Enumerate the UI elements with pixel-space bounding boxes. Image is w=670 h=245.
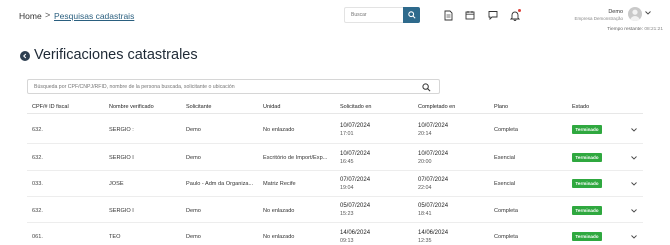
cell-requested-time: 15:23 [340, 211, 354, 217]
table-row[interactable]: 632. SERGIO : Demo No enlazado 10/07/202… [27, 115, 643, 144]
breadcrumb-separator: > [45, 10, 51, 20]
cell-requester: Demo [186, 155, 201, 161]
cell-requested-time: 17:01 [340, 131, 354, 137]
cell-requested-date: 10/07/2024 [340, 151, 371, 157]
back-button[interactable] [20, 51, 30, 61]
cell-requested-date: 07/07/2024 [340, 177, 371, 183]
cell-name: JOSE [109, 181, 124, 187]
column-header-id[interactable]: CPF/# ID fiscal [32, 104, 69, 110]
user-name: Demo [608, 9, 623, 15]
cell-plan: Completa [494, 208, 518, 214]
chevron-down-icon[interactable] [631, 182, 637, 186]
status-badge: Terminado [572, 125, 602, 134]
cell-requested-date: 05/07/2024 [340, 203, 371, 209]
cell-plan: Esencial [494, 155, 516, 161]
session-timer-label: Tiempo restante: [607, 27, 643, 32]
cell-plan: Completa [494, 234, 518, 240]
session-timer: Tiempo restante: 08:21:21 [607, 27, 663, 32]
user-avatar-icon [628, 7, 642, 21]
cell-completed-date: 10/07/2024 [418, 151, 449, 157]
cell-requested-date: 14/06/2024 [340, 230, 371, 236]
cell-id: 632. [32, 155, 43, 161]
cell-name: SERGIO I [109, 208, 134, 214]
cell-requested-time: 09:13 [340, 238, 354, 244]
cell-unit: Matriz Recife [263, 181, 296, 187]
cell-unit: No enlazado [263, 208, 295, 214]
chevron-down-icon[interactable] [631, 209, 637, 213]
cell-id: 632. [32, 208, 43, 214]
main-search [27, 79, 440, 94]
cell-unit: No enlazado [263, 127, 295, 133]
chevron-down-icon[interactable] [631, 156, 637, 160]
notifications-button[interactable] [509, 9, 521, 21]
cell-completed-date: 10/07/2024 [418, 123, 449, 129]
cell-id: 033. [32, 181, 43, 187]
calendar-button[interactable] [464, 9, 476, 21]
chat-icon [488, 11, 498, 20]
table-header: CPF/# ID fiscal Nombre verificado Solici… [27, 100, 643, 114]
cell-requester: Demo [186, 127, 201, 133]
cell-requester: Demo [186, 208, 201, 214]
table-row[interactable]: 061. TEO Demo No enlazado 14/06/2024 09:… [27, 223, 643, 245]
column-header-completed[interactable]: Completado en [418, 104, 455, 110]
cell-completed-date: 14/06/2024 [418, 230, 449, 236]
table-row[interactable]: 632. SERGIO I Demo No enlazado 05/07/202… [27, 197, 643, 223]
chevron-down-icon[interactable] [631, 235, 637, 239]
user-menu[interactable]: Demo Empresa Demonstração [545, 5, 665, 27]
cell-requester: Demo [186, 234, 201, 240]
chevron-down-icon[interactable] [631, 128, 637, 132]
user-company: Empresa Demonstração [574, 16, 623, 21]
column-header-unit[interactable]: Unidad [263, 104, 280, 110]
column-header-requester[interactable]: Solicitante [186, 104, 211, 110]
cell-unit: No enlazado [263, 234, 295, 240]
status-badge: Terminado [572, 153, 602, 162]
document-icon [444, 10, 452, 20]
table-row[interactable]: 632. SERGIO I Demo Escritório de Import/… [27, 144, 643, 171]
cell-completed-time: 20:00 [418, 159, 432, 165]
notification-dot [518, 9, 521, 12]
cell-name: SERGIO I [109, 155, 134, 161]
search-icon [421, 82, 430, 91]
page-title: Verificaciones catastrales [34, 47, 198, 63]
cell-completed-date: 05/07/2024 [418, 203, 449, 209]
main-search-button[interactable] [421, 82, 431, 92]
cell-completed-time: 22:04 [418, 185, 432, 191]
cell-unit: Escritório de Import/Exp... [263, 155, 328, 161]
document-button[interactable] [442, 9, 454, 21]
chevron-down-icon [645, 11, 651, 15]
cell-completed-time: 12:35 [418, 238, 432, 244]
status-badge: Terminado [572, 179, 602, 188]
cell-requested-time: 16:45 [340, 159, 354, 165]
cell-name: SERGIO : [109, 127, 134, 133]
status-badge: Terminado [572, 206, 602, 215]
main-search-input[interactable] [34, 82, 414, 92]
column-header-plan[interactable]: Plano [494, 104, 508, 110]
chat-button[interactable] [487, 9, 499, 21]
cell-plan: Esencial [494, 181, 516, 187]
cell-id: 061. [32, 234, 43, 240]
cell-name: TEO [109, 234, 121, 240]
top-bar: Home > Pesquisas cadastrais Demo Empresa… [0, 0, 670, 40]
calendar-icon [465, 11, 475, 20]
cell-completed-date: 07/07/2024 [418, 177, 449, 183]
search-icon [407, 11, 416, 19]
cell-completed-time: 18:41 [418, 211, 432, 217]
cell-requested-time: 19:04 [340, 185, 354, 191]
cell-completed-time: 20:14 [418, 131, 432, 137]
column-header-requested[interactable]: Solicitado en [340, 104, 372, 110]
back-arrow-icon [23, 53, 27, 59]
status-badge: Terminado [572, 232, 602, 241]
cell-requester: Paulo - Adm da Organiza... [186, 181, 254, 187]
session-timer-value: 08:21:21 [644, 27, 663, 32]
cell-plan: Completa [494, 127, 518, 133]
cell-id: 632. [32, 127, 43, 133]
breadcrumb-home[interactable]: Home [19, 11, 42, 21]
column-header-status[interactable]: Estado [572, 104, 589, 110]
top-search-button[interactable] [403, 7, 420, 23]
cell-requested-date: 10/07/2024 [340, 123, 371, 129]
column-header-name[interactable]: Nombre verificado [109, 104, 154, 110]
top-search-input[interactable] [344, 7, 403, 23]
breadcrumb-current[interactable]: Pesquisas cadastrais [54, 11, 134, 21]
table-row[interactable]: 033. JOSE Paulo - Adm da Organiza... Mat… [27, 171, 643, 197]
